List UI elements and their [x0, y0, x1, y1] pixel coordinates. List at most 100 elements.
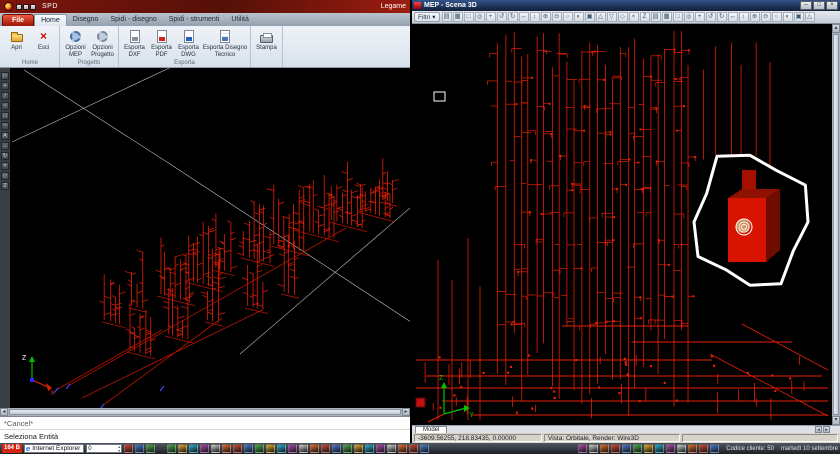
- view-tool-icon-23[interactable]: +: [695, 12, 705, 22]
- taskbar-icon[interactable]: [288, 444, 297, 453]
- spinner-icon[interactable]: [118, 445, 120, 452]
- scrollbar-thumb[interactable]: [833, 34, 839, 415]
- view-tool-icon-15[interactable]: ▽: [607, 12, 617, 22]
- taskbar-icon[interactable]: [644, 444, 653, 453]
- left-tool-icon-6[interactable]: A: [1, 132, 9, 140]
- redo-icon[interactable]: [30, 4, 36, 10]
- taskbar-icon[interactable]: [354, 444, 363, 453]
- tab-next-icon[interactable]: [823, 426, 830, 433]
- taskbar-icon[interactable]: [222, 444, 231, 453]
- tab-disegno[interactable]: Disegno: [67, 14, 105, 26]
- taskbar-icon[interactable]: [589, 444, 598, 453]
- view-tool-icon-29[interactable]: ⊖: [761, 12, 771, 22]
- 3d-viewport[interactable]: ZYX: [412, 24, 832, 425]
- left-tool-icon-1[interactable]: +: [1, 82, 9, 90]
- view-tool-icon-3[interactable]: ◎: [475, 12, 485, 22]
- maximize-button[interactable]: □: [813, 1, 825, 10]
- view-tool-icon-14[interactable]: △: [596, 12, 606, 22]
- taskbar-icon[interactable]: [655, 444, 664, 453]
- ribbon-button-esporta-disegno-tecnico[interactable]: Esporta DisegnoTecnico: [202, 27, 248, 58]
- view-tool-icon-5[interactable]: ↺: [497, 12, 507, 22]
- left-tool-icon-2[interactable]: /: [1, 92, 9, 100]
- ribbon-button-opzioni-progetto[interactable]: OpzioniProgetto: [89, 27, 116, 58]
- tab-spidi-strumenti[interactable]: Spidi - strumenti: [163, 14, 226, 26]
- taskbar-icon[interactable]: [387, 444, 396, 453]
- ribbon-button-stampa[interactable]: Stampa: [253, 27, 280, 52]
- view-tool-icon-4[interactable]: +: [486, 12, 496, 22]
- left-tool-icon-9[interactable]: ×: [1, 162, 9, 170]
- view-tool-icon-6[interactable]: ↻: [508, 12, 518, 22]
- taskbar-icon[interactable]: [233, 444, 242, 453]
- taskbar-icon[interactable]: [189, 444, 198, 453]
- undo-icon[interactable]: [23, 4, 29, 10]
- ribbon-button-opzioni-mep[interactable]: OpzioniMEP: [62, 27, 89, 58]
- scroll-up-icon[interactable]: [832, 24, 840, 33]
- taskbar-icon[interactable]: [255, 444, 264, 453]
- taskbar-icon[interactable]: [332, 444, 341, 453]
- taskbar-icon[interactable]: [321, 444, 330, 453]
- view-tool-icon-19[interactable]: ▤: [651, 12, 661, 22]
- view-tool-icon-13[interactable]: ▣: [585, 12, 595, 22]
- taskbar-icon[interactable]: [200, 444, 209, 453]
- filters-dropdown[interactable]: Filtri ▾: [414, 12, 440, 22]
- view-tool-icon-11[interactable]: ○: [563, 12, 573, 22]
- view-tool-icon-24[interactable]: ↺: [706, 12, 716, 22]
- ribbon-button-esporta-dwg[interactable]: EsportaDWG: [175, 27, 202, 58]
- taskbar-icon[interactable]: [677, 444, 686, 453]
- scrollbar-thumb[interactable]: [9, 409, 401, 415]
- taskbar-icon[interactable]: [124, 444, 133, 453]
- left-tool-icon-5[interactable]: ~: [1, 122, 9, 130]
- taskbar-icon[interactable]: [244, 444, 253, 453]
- taskbar-icon[interactable]: [398, 444, 407, 453]
- left-tool-icon-7[interactable]: ↔: [1, 142, 9, 150]
- taskbar-icon[interactable]: [699, 444, 708, 453]
- view-tool-icon-12[interactable]: ◐: [574, 12, 584, 22]
- taskbar-icon[interactable]: [343, 444, 352, 453]
- view-tool-icon-8[interactable]: ↕: [530, 12, 540, 22]
- taskbar-icon[interactable]: [266, 444, 275, 453]
- view-tool-icon-0[interactable]: ▤: [442, 12, 452, 22]
- view-tool-icon-25[interactable]: ↻: [717, 12, 727, 22]
- command-prompt[interactable]: Seleziona Entità: [0, 430, 410, 443]
- taskbar-icon[interactable]: [420, 444, 429, 453]
- taskbar-icon[interactable]: [211, 444, 220, 453]
- close-button[interactable]: ×: [826, 1, 838, 10]
- ribbon-button-esci[interactable]: Esci: [30, 27, 57, 52]
- left-tool-icon-8[interactable]: ↻: [1, 152, 9, 160]
- cad-canvas[interactable]: ZX: [10, 68, 410, 408]
- taskbar-icon[interactable]: [167, 444, 176, 453]
- left-tool-icon-0[interactable]: ▷: [1, 72, 9, 80]
- taskbar-icon[interactable]: [666, 444, 675, 453]
- view-tool-icon-7[interactable]: ↔: [519, 12, 529, 22]
- left-tool-icon-4[interactable]: □: [1, 112, 9, 120]
- taskbar-icon[interactable]: [277, 444, 286, 453]
- horizontal-scrollbar[interactable]: [0, 408, 410, 416]
- tab-nav-arrows[interactable]: [815, 426, 830, 433]
- view-tool-icon-20[interactable]: ▦: [662, 12, 672, 22]
- file-menu-button[interactable]: File: [2, 14, 34, 26]
- view-tool-icon-22[interactable]: ◎: [684, 12, 694, 22]
- view-tool-icon-21[interactable]: □: [673, 12, 683, 22]
- taskbar-icon[interactable]: [611, 444, 620, 453]
- view-tool-icon-26[interactable]: ↔: [728, 12, 738, 22]
- tab-prev-icon[interactable]: [815, 426, 822, 433]
- view-tool-icon-2[interactable]: □: [464, 12, 474, 22]
- taskbar-icon[interactable]: [376, 444, 385, 453]
- tab-utilit-[interactable]: Utilità: [225, 14, 255, 26]
- taskbar-icon[interactable]: [178, 444, 187, 453]
- view-tool-icon-31[interactable]: ◐: [783, 12, 793, 22]
- scroll-down-icon[interactable]: [832, 416, 840, 425]
- coordinate-input[interactable]: 0: [86, 444, 122, 453]
- save-icon[interactable]: [16, 4, 22, 10]
- ribbon-button-apri[interactable]: Apri: [3, 27, 30, 52]
- view-tool-icon-17[interactable]: ×: [629, 12, 639, 22]
- ribbon-button-esporta-pdf[interactable]: EsportaPDF: [148, 27, 175, 58]
- taskbar-icon[interactable]: [600, 444, 609, 453]
- scroll-left-icon[interactable]: [0, 408, 8, 416]
- taskbar-icon[interactable]: [409, 444, 418, 453]
- model-tab[interactable]: Model: [415, 426, 447, 433]
- left-tool-icon-11[interactable]: Z: [1, 182, 9, 190]
- view-tool-icon-32[interactable]: ▣: [794, 12, 804, 22]
- taskbar-icon[interactable]: [688, 444, 697, 453]
- taskbar-icon[interactable]: [633, 444, 642, 453]
